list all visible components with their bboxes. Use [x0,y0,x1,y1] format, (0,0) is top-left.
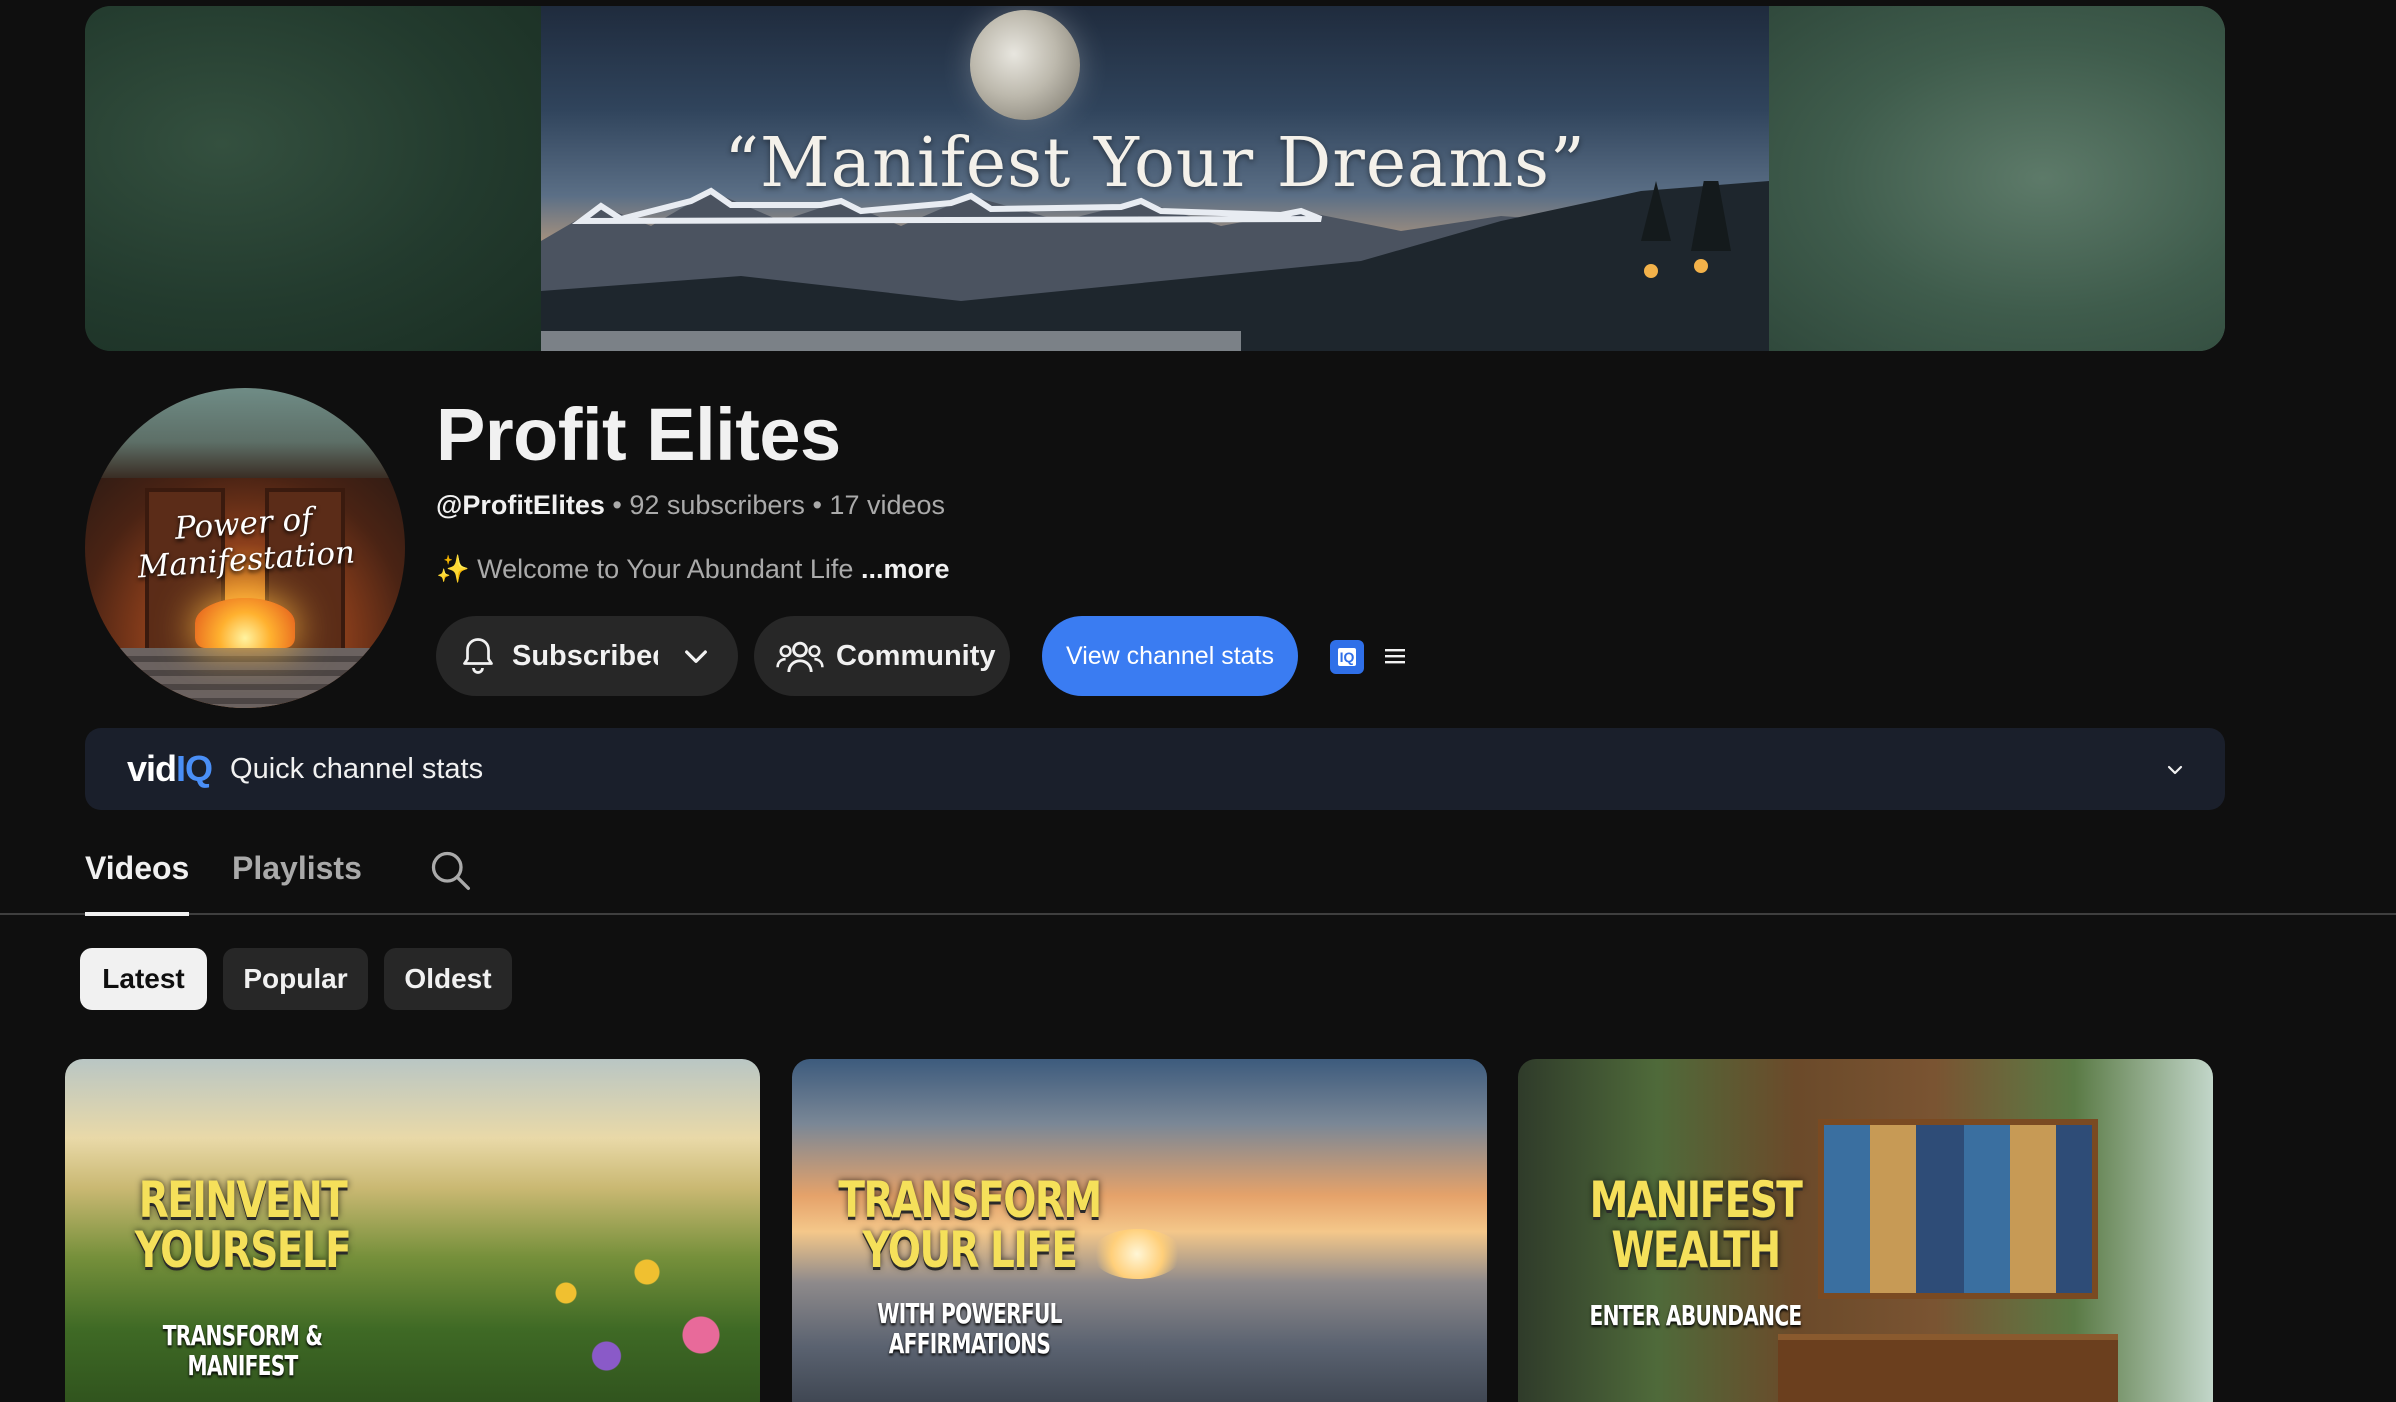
video-thumbnail[interactable]: REINVENT YOURSELF TRANSFORM & MANIFEST [65,1059,760,1402]
banner-mountains [541,181,1769,351]
thumbnail-flowers [485,1209,755,1402]
chip-popular[interactable]: Popular [223,948,368,1010]
banner-forest-right [1769,6,2225,351]
subscribed-button[interactable]: Subscribed [436,616,738,696]
tab-playlists[interactable]: Playlists [232,850,362,887]
banner-forest-left [85,6,541,351]
avatar-steps [85,648,405,708]
banner-moon [970,10,1080,120]
vidiq-logo: vidIQ [127,748,213,790]
thumbnail-subtitle: TRANSFORM & MANIFEST [162,1319,323,1382]
subscribed-label: Subscribed [512,639,658,672]
iq-badge-text: IQ [1337,648,1357,666]
thumbnail-title: TRANSFORM YOUR LIFE [838,1171,1102,1279]
channel-description[interactable]: ✨ Welcome to Your Abundant Life ...more [436,553,949,585]
meta-separator: • [612,490,622,520]
thumbnail-desk [1778,1334,2118,1402]
avatar-temple-roof [85,388,405,478]
thumbnail-title: REINVENT YOURSELF [134,1171,352,1279]
community-button[interactable]: Community [754,616,1010,696]
tab-videos[interactable]: Videos [85,850,190,916]
banner-slogan: “Manifest Your Dreams” [724,124,1586,203]
chip-oldest[interactable]: Oldest [384,948,512,1010]
vidiq-badge-icon[interactable]: IQ [1330,640,1364,674]
sparkles-icon: ✨ [436,554,470,584]
search-icon[interactable] [428,848,472,892]
thumbnail-subtitle: ENTER ABUNDANCE [1589,1299,1803,1332]
quick-stats-label: Quick channel stats [230,752,484,785]
vidiq-logo-iq: IQ [176,748,213,789]
chip-latest[interactable]: Latest [80,948,207,1010]
chevron-down-icon [685,650,707,663]
video-thumbnail[interactable]: TRANSFORM YOUR LIFE WITH POWERFUL AFFIRM… [792,1059,1487,1402]
channel-banner: “Manifest Your Dreams” [85,6,2225,351]
description-text: Welcome to Your Abundant Life [477,554,854,584]
meta-separator: • [812,490,822,520]
more-link[interactable]: ...more [861,554,950,584]
avatar-script-text: Power of Manifestation [136,501,357,586]
video-count: 17 videos [829,490,946,520]
view-channel-stats-button[interactable]: View channel stats [1042,616,1298,696]
community-label: Community [836,639,996,672]
channel-tabs: Videos Playlists [0,840,2396,916]
hamburger-menu-icon[interactable] [1384,645,1406,667]
avatar-lotus [195,598,295,648]
people-icon [776,641,824,673]
vidiq-quick-stats-bar[interactable]: vidIQ Quick channel stats [85,728,2225,810]
bell-icon [463,638,493,674]
channel-avatar[interactable]: Power of Manifestation [85,388,405,708]
thumbnail-title: MANIFEST WEALTH [1589,1171,1803,1279]
vidiq-logo-vid: vid [127,748,177,789]
channel-handle[interactable]: @ProfitElites [436,490,605,520]
chevron-down-icon[interactable] [2163,758,2187,782]
thumbnail-subtitle: WITH POWERFUL AFFIRMATIONS [877,1297,1062,1360]
video-thumbnail[interactable]: MANIFEST WEALTH ENTER ABUNDANCE [1518,1059,2213,1402]
channel-name: Profit Elites [436,393,841,476]
channel-meta: @ProfitElites • 92 subscribers • 17 vide… [436,490,945,521]
subscriber-count: 92 subscribers [629,490,805,520]
